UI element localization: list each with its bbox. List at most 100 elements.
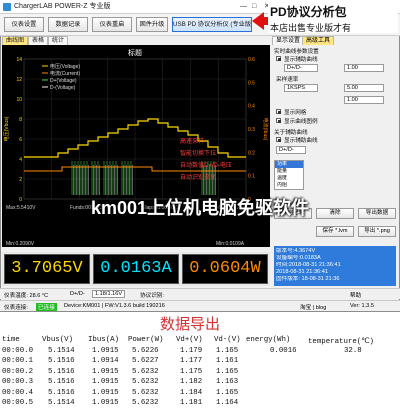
funds-value: Funds:005S23 [70,205,103,211]
table-cell: 5.6232 [132,367,159,376]
meter-settings-button[interactable]: 仪表设置 [4,17,44,32]
y-axis-left-label: 电压(Vbus) [3,116,10,141]
list-item[interactable]: 内阻 [275,182,303,189]
show-curve-checkbox[interactable] [276,56,281,61]
table-cell: 1.0915 [92,367,119,376]
table-body: 00:00.0 5.1514 1.0915 5.6226 1.179 1.165 0.001… [0,347,400,410]
export-png-button[interactable]: 导出 *.png [358,226,396,237]
device-info: Device:KM001 | FW:V1.3.6 build 190216 [64,303,165,309]
col-header: energy(Wh) [246,336,291,344]
annotation-3: 自动数值D+/D-电压 [180,161,232,169]
firmware-upgrade-button[interactable]: 固件升级 [136,17,168,32]
y-axis-right-label: 电流(Ibus) [262,118,269,141]
y-tick-right: 0.1 [248,174,255,180]
y-ticks-right: 0.60.50.40.30.20.10 [248,57,255,203]
table-cell: 1.165 [216,388,239,397]
y-tick-left: 8 [19,117,22,123]
chart-stats: Max:5.5410V Min:0.2090V Funds:005S23 Ela… [2,203,270,247]
channel-scale-input[interactable]: 1.00 [344,64,384,72]
table-cell: 1.165 [216,346,239,355]
device-log: 版本号:4.3674V 设备编号:0.0183A 时间:2018-08-31 2… [274,246,396,286]
table-cell: 1.181 [180,399,203,407]
log-line: 固件版本: 18-08-31 21:36 [276,276,340,282]
col-header: Power(W) [128,336,164,344]
current-scale-input[interactable]: 1.00 [344,96,384,104]
minimize-icon[interactable]: — [240,3,247,11]
legend-voltage: 电压(Voltage) [50,63,80,70]
links[interactable]: 淘宝 | blog [300,303,326,311]
dp-dm-value: 1.18/1.16V [92,290,126,298]
table-cell: 00:00.2 [2,367,34,376]
chart-title: 标题 [128,48,142,57]
min-current: Min:0.0109A [216,241,245,247]
table-cell: 1.179 [180,346,203,355]
table-cell: 1.163 [216,378,239,386]
table-cell: 00:00.3 [2,378,34,386]
channel-select[interactable]: D+/D- [284,64,318,72]
tab-curve[interactable]: 曲线图 [2,36,29,45]
log-line: 时间:2018-08-31 21:36:41 [276,262,341,268]
table-cell: 00:00.1 [2,357,34,365]
view-tabs: 曲线图 表格 统计 [2,36,270,45]
table-cell: 00:00.5 [2,399,34,407]
help-link[interactable]: 帮助 [350,291,361,299]
right-settings-panel: 显示设置 高级工具 实时曲线参数设置 显示辅助曲线 D+/D- 1.00 采样速… [272,36,398,250]
data-record-button[interactable]: 数据记录 [48,17,88,32]
aux-channel-select[interactable]: D+/D- [276,146,306,154]
col-header: Vd+(V) [176,336,203,344]
table-cell: 1.0915 [92,346,119,355]
tab-display-settings[interactable]: 显示设置 [272,36,305,45]
list-item[interactable]: 功率 [275,161,303,168]
meter-restart-button[interactable]: 仪表重启 [92,17,132,32]
tab-advanced-tools[interactable]: 高级工具 [302,36,335,45]
col-header: Vbus(V) [42,336,74,344]
meter-temp: 仪表温度: 28.6 °C [4,293,49,299]
list-item[interactable]: 能量 [275,168,303,175]
table-cell: 1.184 [180,388,203,397]
table-cell: 1.0915 [92,399,119,407]
chart-legend: 电压(Voltage) 电流(Current) D+(Voltage) D-(V… [42,63,80,91]
promo-title: PD协议分析包 [270,5,347,19]
realtime-chart[interactable]: 标题 电压(Vbus) 电流(Ibus) 14 12 10 8 6 4 2 0 0.6 0.5 0… [2,45,270,203]
aux-curve-list[interactable]: 功率 能量 温度 内阻 [274,160,304,190]
annotation-2: 智能切换下拉 [180,149,216,157]
list-item[interactable]: 温度 [275,175,303,182]
show-grid-checkbox[interactable] [276,109,281,114]
export-data-button[interactable]: 导出数据 [358,208,396,219]
y-tick-right: 0.4 [248,104,255,110]
legend-current: 电流(Current) [50,70,80,77]
sample-rate-select[interactable]: 1KSPS [284,84,318,92]
table-cell: 1.0914 [92,357,119,365]
section-curve-params: 实时曲线参数设置 [274,49,319,55]
pd-analyzer-button[interactable]: USB PD 协议分析仪 (专业版) [172,17,252,32]
elapsed-time: Elapsed:00:00:07 [142,205,181,211]
table-cell: 1.182 [180,378,203,386]
tab-table[interactable]: 表格 [28,36,49,45]
table-cell: 1.164 [216,399,239,407]
table-cell: 5.1516 [48,367,75,376]
col-header: Ibus(A) [88,336,120,344]
tab-stats[interactable]: 统计 [48,36,69,45]
table-cell: 5.6232 [132,388,159,397]
annotation-1: 高速采样 [180,137,204,145]
log-line: 2018-08-31 21:36:41 [276,269,328,275]
table-cell: 1.0915 [92,388,119,397]
clear-button[interactable]: 清除 [316,208,354,219]
dp-dm-label: D+/D- [70,291,85,297]
table-cell: 5.6227 [132,357,159,365]
readout-panel: 3.7065V 0.0163A 0.0604W [2,252,270,286]
table-row: 00:00.3 5.1516 1.0915 5.6232 1.182 1.163 [0,378,400,389]
current-readout: 0.0163A [93,254,179,284]
legend-dminus: D-(Voltage) [50,85,76,91]
col-header: temperature(℃) [308,338,374,346]
table-cell: 5.1514 [48,399,75,407]
status-bar: 仪表温度: 28.6 °C D+/D- 1.18/1.16V 协议识别: 帮助 [0,288,400,299]
start-record-button[interactable]: 开始记录 [274,208,312,219]
voltage-scale-input[interactable]: 5.00 [344,84,384,92]
save-lvm-button[interactable]: 保存 *.lvm [316,226,354,237]
sample-rate-label: 采样速率 [276,77,299,83]
aux-curve-checkbox[interactable] [276,137,281,142]
log-line: 版本号:4.3674V [276,248,316,254]
min-voltage: Min:0.2090V [6,241,35,247]
show-legend-checkbox[interactable] [276,118,281,123]
